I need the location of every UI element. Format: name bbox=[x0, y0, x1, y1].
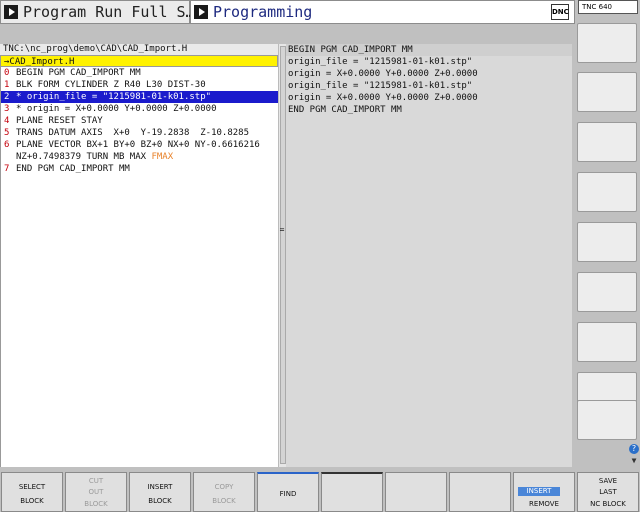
program-editor[interactable]: 0 BEGIN PGM CAD_IMPORT MM 1 BLK FORM CYLIND… bbox=[0, 67, 278, 467]
vertical-softkey-4[interactable] bbox=[577, 172, 637, 212]
programming-mode-label: Programming bbox=[213, 3, 313, 21]
vertical-softkey-7[interactable] bbox=[577, 322, 637, 362]
file-path: TNC:\nc_prog\demo\CAD\CAD_Import.H bbox=[0, 44, 285, 55]
preview-line: origin = X+0.0000 Y+0.0000 Z+0.0000 bbox=[288, 69, 478, 79]
preview-line: END PGM CAD_IMPORT MM bbox=[288, 105, 402, 115]
play-arrow-icon bbox=[4, 5, 18, 19]
cut-out-block-button[interactable]: CUT OUT BLOCK bbox=[65, 472, 127, 512]
nc-block-line[interactable]: 6 PLANE VECTOR BX+1 BY+0 BZ+0 NX+0 NY-0.6… bbox=[1, 139, 278, 151]
block-text: PLANE VECTOR BX+1 BY+0 BZ+0 NX+0 NY-0.66… bbox=[16, 140, 260, 150]
help-icon[interactable]: ? bbox=[629, 444, 639, 454]
splitter-icon[interactable]: = bbox=[278, 226, 286, 234]
nc-block-line[interactable]: NZ+0.7498379 TURN MB MAX FMAX bbox=[1, 151, 278, 163]
block-text: PLANE RESET STAY bbox=[16, 116, 103, 126]
block-text: NZ+0.7498379 TURN MB MAX bbox=[16, 152, 152, 162]
nc-block-line[interactable]: 3 * origin = X+0.0000 Y+0.0000 Z+0.0000 bbox=[1, 103, 278, 115]
copy-block-button[interactable]: COPY BLOCK bbox=[193, 472, 255, 512]
block-text: * origin_file = "1215981-01-k01.stp" bbox=[16, 92, 212, 102]
structure-preview: BEGIN PGM CAD_IMPORT MM origin_file = "12… bbox=[286, 44, 572, 467]
find-button[interactable]: FIND bbox=[257, 472, 319, 512]
nc-block-line[interactable]: 5 TRANS DATUM AXIS X+0 Y-19.2838 Z-10.828… bbox=[1, 127, 278, 139]
block-number: 4 bbox=[4, 116, 10, 126]
block-text: END PGM CAD_IMPORT MM bbox=[16, 164, 130, 174]
operating-mode-label: Program Run Full S… bbox=[23, 3, 195, 21]
programming-mode-tab[interactable]: Programming bbox=[190, 0, 575, 24]
dnc-badge: DNC bbox=[551, 4, 569, 20]
play-arrow-icon bbox=[194, 5, 208, 19]
scroll-down-icon[interactable]: ▼ bbox=[629, 456, 639, 466]
nc-block-line[interactable]: 7 END PGM CAD_IMPORT MM bbox=[1, 163, 278, 175]
vertical-softkey-1[interactable] bbox=[577, 23, 637, 63]
vertical-softkey-9[interactable] bbox=[577, 400, 637, 440]
vertical-softkey-6[interactable] bbox=[577, 272, 637, 312]
vertical-softkey-5[interactable] bbox=[577, 222, 637, 262]
operating-mode-tab[interactable]: Program Run Full S… bbox=[0, 0, 195, 24]
block-text: BLK FORM CYLINDER Z R40 L30 DIST-30 bbox=[16, 80, 206, 90]
editor-scrollbar[interactable] bbox=[278, 44, 286, 467]
nc-block-line[interactable]: 0 BEGIN PGM CAD_IMPORT MM bbox=[1, 67, 278, 79]
select-block-button[interactable]: SELECT BLOCK bbox=[1, 472, 63, 512]
block-number: 1 bbox=[4, 80, 10, 90]
fmax-keyword: FMAX bbox=[151, 152, 174, 162]
block-number: 0 bbox=[4, 68, 10, 78]
nc-block-line[interactable]: 2 * origin_file = "1215981-01-k01.stp" bbox=[1, 91, 278, 103]
block-number: 5 bbox=[4, 128, 10, 138]
vertical-softkey-3[interactable] bbox=[577, 122, 637, 162]
preview-line: origin = X+0.0000 Y+0.0000 Z+0.0000 bbox=[288, 93, 478, 103]
bottom-softkey-8[interactable] bbox=[449, 472, 511, 512]
insert-remove-toggle[interactable]: INSERT REMOVE bbox=[513, 472, 575, 512]
block-text: BEGIN PGM CAD_IMPORT MM bbox=[16, 68, 141, 78]
vertical-softkey-2[interactable] bbox=[577, 72, 637, 112]
insert-block-button[interactable]: INSERT BLOCK bbox=[129, 472, 191, 512]
block-number: 6 bbox=[4, 140, 10, 150]
preview-line: BEGIN PGM CAD_IMPORT MM bbox=[286, 44, 572, 56]
tnc-logo: TNC 640 bbox=[578, 0, 638, 14]
nc-block-line[interactable]: 1 BLK FORM CYLINDER Z R40 L30 DIST-30 bbox=[1, 79, 278, 91]
block-text: TRANS DATUM AXIS X+0 Y-19.2838 Z-10.8285 bbox=[16, 128, 249, 138]
file-name-tab[interactable]: →CAD_Import.H bbox=[0, 55, 278, 67]
insert-toggle-label: INSERT bbox=[518, 487, 560, 496]
bottom-softkey-7[interactable] bbox=[385, 472, 447, 512]
block-number: 7 bbox=[4, 164, 10, 174]
block-number: 3 bbox=[4, 104, 10, 114]
preview-line: origin_file = "1215981-01-k01.stp" bbox=[288, 81, 473, 91]
block-number: 2 bbox=[4, 92, 10, 102]
save-last-nc-block-button[interactable]: SAVE LAST NC BLOCK bbox=[577, 472, 639, 512]
preview-line: origin_file = "1215981-01-k01.stp" bbox=[288, 57, 473, 67]
bottom-softkey-6[interactable] bbox=[321, 472, 383, 512]
block-text: * origin = X+0.0000 Y+0.0000 Z+0.0000 bbox=[16, 104, 217, 114]
nc-block-line[interactable]: 4 PLANE RESET STAY bbox=[1, 115, 278, 127]
